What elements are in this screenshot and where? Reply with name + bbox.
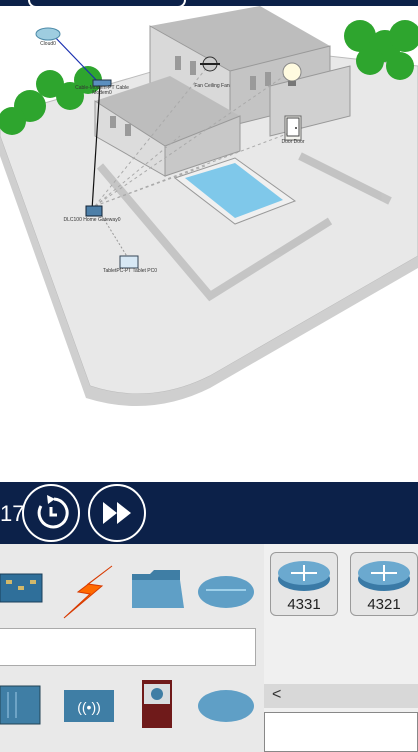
tablet-label: TabletPC-PT Tablet PC0 xyxy=(102,268,157,274)
cloud-label: Cloud0 xyxy=(40,41,56,47)
board-icon[interactable] xyxy=(0,566,46,610)
cloud-icon[interactable] xyxy=(196,570,256,610)
device-model-panel: 4331 4321 < xyxy=(264,544,418,752)
router-icon xyxy=(358,561,410,591)
device-type-panel: ((•)) xyxy=(0,544,264,752)
door-label: Door Door xyxy=(281,139,305,145)
fast-forward-icon xyxy=(103,502,131,524)
home-gateway-label: DLC100 Home Gateway0 xyxy=(63,217,121,223)
fast-forward-button[interactable] xyxy=(88,484,146,542)
reset-button[interactable] xyxy=(22,484,80,542)
chevron-left-icon[interactable]: < xyxy=(272,686,281,704)
cloud-device-icon[interactable] xyxy=(35,27,61,41)
custom-device-icon[interactable] xyxy=(140,678,174,730)
router-model-label: 4321 xyxy=(367,596,401,613)
reset-icon xyxy=(37,495,69,529)
router-4321-card[interactable]: 4321 xyxy=(350,552,418,616)
router-4331-card[interactable]: 4331 xyxy=(270,552,338,616)
router-icon xyxy=(278,561,330,591)
lightning-icon[interactable] xyxy=(60,562,118,620)
tablet-icon[interactable] xyxy=(119,255,139,269)
device-search-field[interactable] xyxy=(0,628,256,666)
door-icon[interactable] xyxy=(286,117,300,137)
logical-workspace[interactable]: Cloud0 Cable-Modem-PT Cable Modem0 Fan C… xyxy=(0,6,418,480)
svg-text:((•)): ((•)) xyxy=(77,699,101,715)
server-rack-icon[interactable] xyxy=(0,682,44,726)
device-description-box xyxy=(264,712,418,752)
ceiling-fan-label: Fan Ceiling Fan xyxy=(194,83,230,89)
horizontal-scrollbar[interactable]: < xyxy=(264,684,418,708)
router-model-label: 4331 xyxy=(287,596,321,613)
home-gateway-icon[interactable] xyxy=(85,205,103,217)
simulation-bar: 17 xyxy=(0,482,418,544)
folder-icon[interactable] xyxy=(130,566,186,612)
smart-home-scene xyxy=(0,6,418,406)
wireless-icon[interactable]: ((•)) xyxy=(64,686,116,726)
cable-modem-label: Cable-Modem-PT Cable Modem0 xyxy=(75,85,129,96)
simulation-time: 17 xyxy=(0,501,25,526)
cloud-icon[interactable] xyxy=(196,684,256,724)
